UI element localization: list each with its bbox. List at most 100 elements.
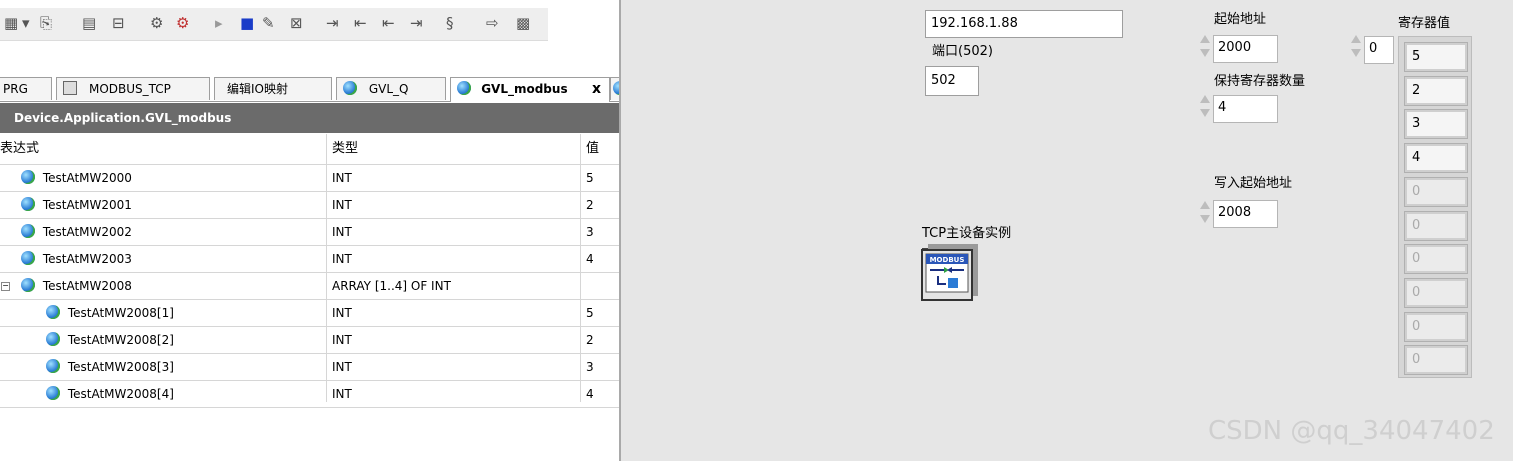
write-address-field[interactable]: 2008: [1213, 200, 1278, 228]
row-name: TestAtMW2008[2]: [67, 333, 174, 347]
step-over-icon[interactable]: ⇥: [326, 13, 339, 33]
globe-icon: [21, 251, 35, 265]
register-value-cell[interactable]: 5: [1404, 42, 1468, 72]
register-value-cell[interactable]: 0: [1404, 244, 1468, 275]
grid-icon[interactable]: ▦: [4, 13, 18, 33]
register-value-cell[interactable]: 0: [1404, 210, 1468, 241]
watermark: CSDN @qq_34047402: [1208, 416, 1495, 446]
globe-icon: [46, 386, 60, 400]
globe-icon: [21, 224, 35, 238]
write-address-spinner[interactable]: [1199, 198, 1212, 231]
start-address-field[interactable]: 2000: [1213, 35, 1278, 63]
modbus-text: MODBUS: [930, 256, 965, 264]
tab-modbus-tcp[interactable]: MODBUS_TCP: [56, 77, 210, 100]
row-expression: TestAtMW2003: [0, 246, 326, 272]
step-into-icon[interactable]: ⇤: [354, 13, 367, 33]
device-icon: [63, 81, 77, 95]
login-icon[interactable]: ▤: [82, 13, 96, 33]
tab-gvl-q[interactable]: GVL_Q: [336, 77, 446, 100]
globe-icon: [46, 359, 60, 373]
reset-icon[interactable]: ⚙: [176, 13, 189, 33]
table-row[interactable]: TestAtMW2003 INT 4: [0, 246, 619, 273]
forward-icon[interactable]: ⇨: [486, 13, 499, 33]
register-value-cell[interactable]: 3: [1404, 109, 1468, 140]
run-to-cursor-icon[interactable]: ⇥: [410, 13, 423, 33]
table-row[interactable]: TestAtMW2000 INT 5: [0, 165, 619, 192]
array-index-field[interactable]: 0: [1364, 36, 1394, 64]
row-type: INT: [332, 198, 352, 212]
tools-icon[interactable]: ✎: [262, 13, 275, 33]
dropdown-icon[interactable]: ▾: [22, 13, 30, 33]
table-header: 表达式 类型 值: [0, 134, 619, 165]
register-value-cell[interactable]: 4: [1404, 143, 1468, 174]
register-value-cell[interactable]: 0: [1404, 345, 1468, 376]
column-divider: [326, 134, 327, 402]
table-row[interactable]: TestAtMW2008[2] INT 2: [0, 327, 619, 354]
online-change-icon[interactable]: ⚙: [150, 13, 163, 33]
breakpoint-icon[interactable]: §: [446, 13, 454, 33]
run-icon[interactable]: ▸: [215, 13, 223, 33]
watch-pane: ▦ ▾ ⎘ ▤ ⊟ ⚙ ⚙ ▸ ■ ✎ ⊠ ⇥ ⇤ ⇤ ⇥ § ⇨ ▩ PRG …: [0, 0, 619, 461]
step-out-icon[interactable]: ⇤: [382, 13, 395, 33]
row-value: 2: [586, 198, 594, 212]
logout-icon[interactable]: ⊟: [112, 13, 125, 33]
column-expression[interactable]: 表达式: [0, 134, 326, 164]
register-value-cell[interactable]: 0: [1404, 311, 1468, 342]
row-value: 5: [586, 171, 594, 185]
stop-icon[interactable]: ■: [240, 13, 254, 33]
holding-count-label: 保持寄存器数量: [1214, 74, 1306, 89]
new-file-icon[interactable]: ⎘: [40, 13, 52, 33]
row-type: INT: [332, 387, 352, 401]
array-index-spinner[interactable]: [1350, 32, 1363, 65]
table-row[interactable]: TestAtMW2008[3] INT 3: [0, 354, 619, 381]
row-expression: TestAtMW2008[4]: [0, 381, 326, 407]
start-address-spinner[interactable]: [1199, 32, 1212, 65]
tab-io-mapping[interactable]: 编辑IO映射: [214, 77, 332, 100]
table-row[interactable]: TestAtMW2002 INT 3: [0, 219, 619, 246]
holding-count-field[interactable]: 4: [1213, 95, 1278, 123]
force-values-icon[interactable]: ▩: [516, 13, 530, 33]
row-name: TestAtMW2008[3]: [67, 360, 174, 374]
tab-prg[interactable]: PRG: [0, 77, 52, 100]
close-icon[interactable]: x: [592, 78, 601, 100]
row-type: INT: [332, 360, 352, 374]
globe-icon: [343, 81, 357, 95]
tab-overflow[interactable]: [610, 77, 619, 100]
register-values-label: 寄存器值: [1398, 16, 1451, 31]
register-array: 5234000000: [1398, 36, 1472, 378]
write-address-label: 写入起始地址: [1214, 176, 1293, 191]
tab-label: GVL_modbus: [481, 82, 568, 96]
column-value[interactable]: 值: [586, 134, 619, 164]
globe-icon: [21, 170, 35, 184]
pane-divider[interactable]: [619, 0, 621, 461]
register-value-cell[interactable]: 0: [1404, 176, 1468, 207]
watch-table: 表达式 类型 值 TestAtMW2000 INT 5 TestAtMW2001 IN…: [0, 134, 619, 408]
table-row[interactable]: − TestAtMW2008 ARRAY [1..4] OF INT: [0, 273, 619, 300]
row-type: INT: [332, 252, 352, 266]
register-value-cell[interactable]: 0: [1404, 277, 1468, 308]
row-value: 3: [586, 360, 594, 374]
tab-label: PRG: [3, 82, 28, 96]
holding-count-spinner[interactable]: [1199, 92, 1212, 125]
tab-label: MODBUS_TCP: [89, 82, 171, 96]
row-value: 5: [586, 306, 594, 320]
tab-gvl-modbus[interactable]: GVL_modbus x: [450, 77, 610, 102]
table-row[interactable]: TestAtMW2008[1] INT 5: [0, 300, 619, 327]
column-divider: [580, 134, 581, 402]
row-name: TestAtMW2000: [42, 171, 132, 185]
table-row[interactable]: TestAtMW2001 INT 2: [0, 192, 619, 219]
column-type[interactable]: 类型: [332, 134, 580, 164]
table-row[interactable]: TestAtMW2008[4] INT 4: [0, 381, 619, 408]
row-expression: TestAtMW2008[1]: [0, 300, 326, 326]
row-name: TestAtMW2002: [42, 225, 132, 239]
port-field[interactable]: 502: [925, 66, 979, 96]
row-expression: TestAtMW2001: [0, 192, 326, 218]
address-field[interactable]: 192.168.1.88: [925, 10, 1123, 38]
modbus-icon[interactable]: MODBUS: [920, 242, 980, 302]
edit-icon[interactable]: ⊠: [290, 13, 303, 33]
tab-label: 编辑IO映射: [227, 82, 288, 96]
tcp-master-label: TCP主设备实例: [922, 226, 1012, 241]
globe-icon: [21, 278, 35, 292]
toolbar: ▦ ▾ ⎘ ▤ ⊟ ⚙ ⚙ ▸ ■ ✎ ⊠ ⇥ ⇤ ⇤ ⇥ § ⇨ ▩: [0, 8, 548, 41]
register-value-cell[interactable]: 2: [1404, 75, 1468, 106]
